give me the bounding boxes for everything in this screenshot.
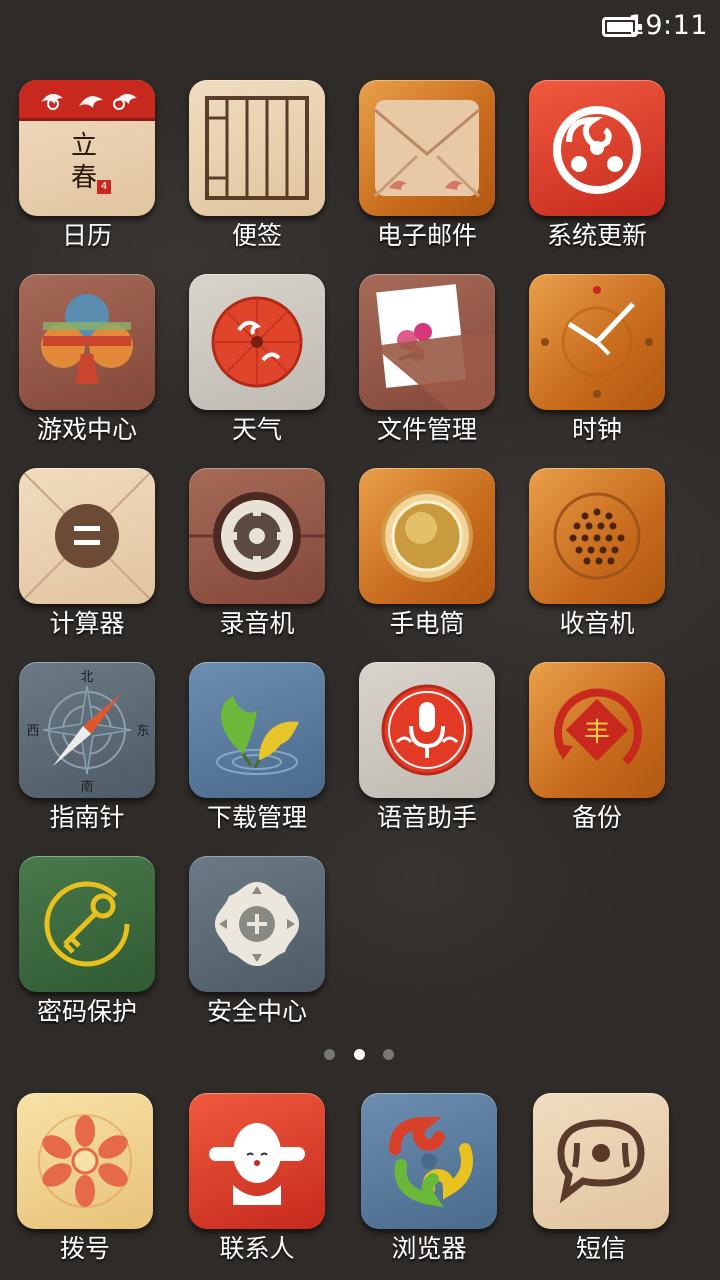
app-calculator[interactable]: 计算器 — [0, 468, 170, 648]
app-download-manager[interactable]: 下载管理 — [170, 662, 340, 842]
app-label: 天气 — [231, 415, 282, 444]
dock-app-contacts[interactable]: 联系人 — [170, 1093, 340, 1273]
app-label: 收音机 — [559, 609, 635, 638]
compass-south-label: 南 — [80, 780, 94, 795]
backup-icon: 丰 — [529, 662, 665, 798]
dock-label: 拨号 — [59, 1234, 110, 1263]
contacts-figure-icon — [189, 1093, 325, 1229]
app-clock[interactable]: 时钟 — [510, 274, 680, 454]
calculator-icon — [19, 468, 155, 604]
page-indicator — [0, 1049, 720, 1063]
browser-clouds-icon — [361, 1093, 497, 1229]
notes-icon — [189, 80, 325, 216]
app-label: 指南针 — [49, 803, 125, 832]
app-label: 便签 — [231, 221, 282, 250]
page-dot-active[interactable] — [354, 1049, 365, 1060]
dock-label: 浏览器 — [391, 1234, 467, 1263]
app-backup[interactable]: 丰 备份 — [510, 662, 680, 842]
weather-umbrella-icon — [189, 274, 325, 410]
status-time: 19:11 — [627, 10, 708, 41]
app-label: 计算器 — [49, 609, 125, 638]
password-key-icon — [19, 856, 155, 992]
app-system-update[interactable]: 系统更新 — [510, 80, 680, 260]
dock-app-dialer[interactable]: 拨号 — [0, 1093, 168, 1273]
app-label: 时钟 — [571, 415, 622, 444]
app-label: 备份 — [571, 803, 622, 832]
app-email[interactable]: 电子邮件 — [340, 80, 510, 260]
app-calendar[interactable]: 立春 4 日历 — [0, 80, 170, 260]
download-ginkgo-icon — [189, 662, 325, 798]
app-label: 系统更新 — [546, 221, 647, 250]
flashlight-icon — [359, 468, 495, 604]
app-password-protection[interactable]: 密码保护 — [0, 856, 170, 1036]
app-label: 语音助手 — [376, 803, 477, 832]
radio-speaker-icon — [529, 468, 665, 604]
app-weather[interactable]: 天气 — [170, 274, 340, 454]
page-dot[interactable] — [383, 1049, 394, 1060]
app-label: 手电筒 — [389, 609, 465, 638]
app-security-center[interactable]: 安全中心 — [170, 856, 340, 1036]
app-notes[interactable]: 便签 — [170, 80, 340, 260]
calendar-icon: 立春 4 — [19, 80, 155, 216]
sms-bubble-icon — [533, 1093, 669, 1229]
voice-mic-icon — [359, 662, 495, 798]
compass-icon: 北 东 南 西 — [19, 662, 155, 798]
app-label: 录音机 — [219, 609, 295, 638]
email-envelope-icon — [359, 80, 495, 216]
dock-app-sms[interactable]: 短信 — [514, 1093, 684, 1273]
recorder-reel-icon — [189, 468, 325, 604]
page-dot[interactable] — [324, 1049, 335, 1060]
clock-icon — [529, 274, 665, 410]
app-label: 文件管理 — [376, 415, 477, 444]
compass-north-label: 北 — [80, 670, 94, 685]
app-game-center[interactable]: 游戏中心 — [0, 274, 170, 454]
app-label: 密码保护 — [36, 997, 137, 1026]
compass-east-label: 东 — [136, 724, 150, 739]
compass-west-label: 西 — [26, 724, 40, 739]
game-club-icon — [19, 274, 155, 410]
status-bar: 19:11 — [0, 0, 720, 54]
dock: 拨号 联系人 浏览器 短信 — [0, 1093, 720, 1280]
dialer-lotus-icon — [17, 1093, 153, 1229]
calendar-day-number: 4 — [100, 181, 108, 192]
app-voice-assistant[interactable]: 语音助手 — [340, 662, 510, 842]
app-label: 游戏中心 — [36, 415, 137, 444]
system-update-cloud-icon — [529, 80, 665, 216]
backup-character: 丰 — [583, 718, 610, 748]
dock-app-browser[interactable]: 浏览器 — [342, 1093, 512, 1273]
app-label: 安全中心 — [206, 997, 307, 1026]
file-folder-icon — [359, 274, 495, 410]
app-file-manager[interactable]: 文件管理 — [340, 274, 510, 454]
app-label: 下载管理 — [206, 803, 307, 832]
app-label: 日历 — [61, 221, 112, 250]
app-label: 电子邮件 — [376, 221, 477, 250]
dock-label: 短信 — [575, 1234, 626, 1263]
dock-label: 联系人 — [219, 1234, 295, 1263]
app-flashlight[interactable]: 手电筒 — [340, 468, 510, 648]
app-radio[interactable]: 收音机 — [510, 468, 680, 648]
app-compass[interactable]: 北 东 南 西 指南针 — [0, 662, 170, 842]
security-shield-icon — [189, 856, 325, 992]
app-recorder[interactable]: 录音机 — [170, 468, 340, 648]
